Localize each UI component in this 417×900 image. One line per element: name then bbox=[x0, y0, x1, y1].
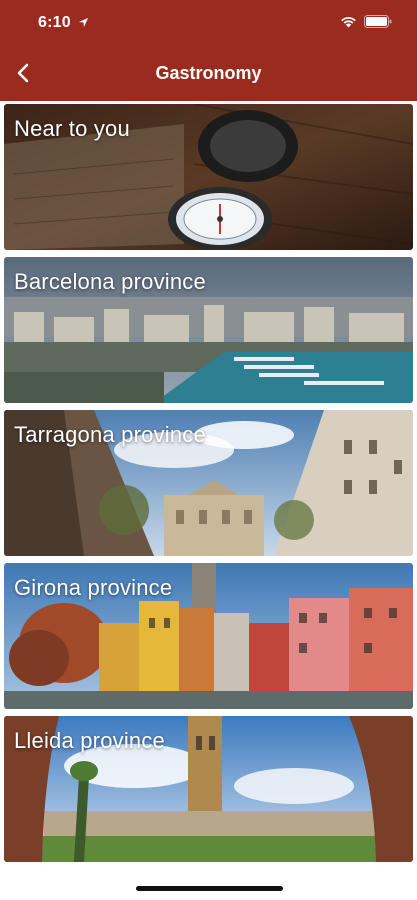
location-arrow-icon bbox=[78, 17, 89, 28]
app-header: 6:10 Gastronomy bbox=[0, 0, 417, 101]
card-label: Lleida province bbox=[14, 728, 165, 753]
status-bar: 6:10 bbox=[0, 0, 417, 46]
status-time: 6:10 bbox=[38, 14, 71, 31]
card-label: Near to you bbox=[14, 116, 130, 141]
card-tarragona-province[interactable]: Tarragona province bbox=[4, 410, 413, 556]
card-lleida-province[interactable]: Lleida province bbox=[4, 716, 413, 862]
card-label: Barcelona province bbox=[14, 269, 206, 294]
card-girona-province[interactable]: Girona province bbox=[4, 563, 413, 709]
province-list: Near to you Barcelona province Tarragona… bbox=[4, 104, 413, 869]
wifi-icon bbox=[341, 17, 356, 28]
home-indicator[interactable] bbox=[136, 886, 283, 891]
page-title: Gastronomy bbox=[155, 63, 262, 83]
card-label: Girona province bbox=[14, 575, 173, 600]
navigation-bar: Gastronomy bbox=[0, 48, 417, 100]
card-near-to-you[interactable]: Near to you bbox=[4, 104, 413, 250]
card-barcelona-province[interactable]: Barcelona province bbox=[4, 257, 413, 403]
battery-icon bbox=[364, 15, 392, 28]
card-label: Tarragona province bbox=[14, 422, 206, 447]
